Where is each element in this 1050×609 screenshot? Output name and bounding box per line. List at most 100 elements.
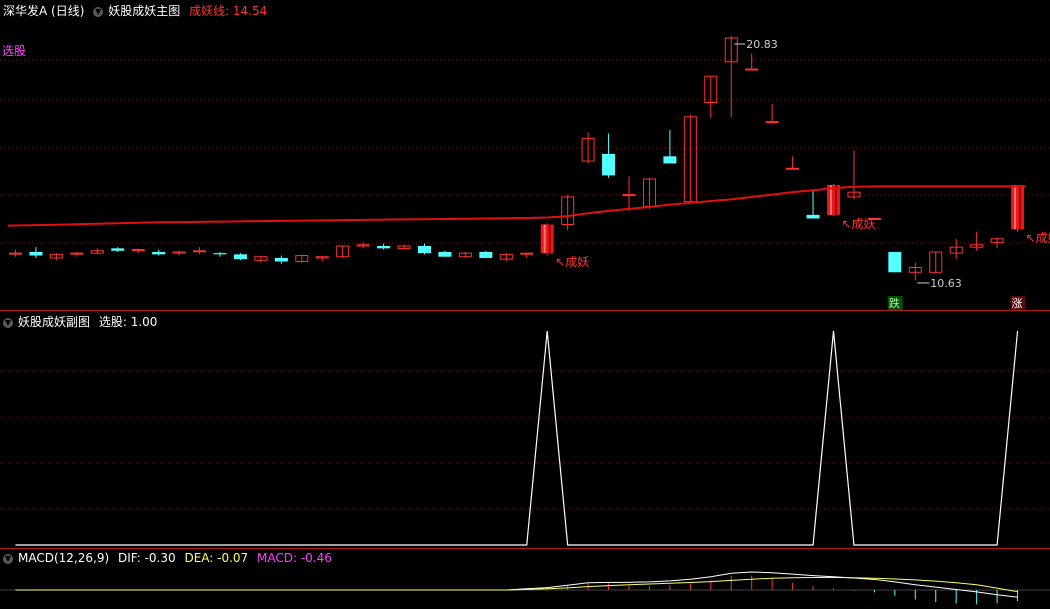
candle [745, 53, 759, 71]
candle-body-stripe [1019, 185, 1022, 230]
candle [111, 247, 125, 252]
candle [479, 250, 493, 258]
chengyao-signal-label: ↖成妖 [1026, 231, 1050, 245]
main-chart-header: 深华发A (日线) ▼ 妖股成妖主图 成妖线: 14.54 [3, 4, 272, 18]
candle-body-limit-up [1011, 185, 1025, 230]
candle-body-up [70, 252, 84, 255]
candle-body-up [786, 167, 800, 170]
candle [377, 243, 391, 250]
candle [49, 253, 63, 261]
chengyao-line-value: 成妖线: 14.54 [189, 4, 268, 18]
candle [949, 238, 963, 260]
candle [499, 253, 513, 262]
chevron-down-icon[interactable]: ▼ [3, 554, 13, 564]
candle-body-limit-up [540, 224, 554, 254]
candle [847, 150, 861, 200]
candle [520, 252, 534, 258]
candle [642, 177, 656, 209]
candle-body-down [602, 153, 616, 176]
candle-body-down [888, 251, 902, 273]
chevron-down-icon[interactable]: ▼ [3, 318, 13, 328]
macd-panel[interactable]: ▼ MACD(12,26,9) DIF: -0.30 DEA: -0.07 MAC… [0, 549, 1050, 609]
candle-body-up [765, 121, 779, 124]
candle [458, 251, 472, 258]
candle [233, 253, 247, 261]
candle [70, 251, 84, 257]
candle [540, 223, 554, 256]
candle-body-down [418, 245, 431, 254]
candle [9, 249, 22, 257]
candle [602, 133, 616, 178]
chengyao-signal-label: ↖成妖 [842, 217, 876, 231]
high-price-label: 20.83 [746, 38, 778, 51]
candle [806, 189, 820, 219]
candle-body-up [622, 194, 636, 197]
candle-body-down [233, 254, 247, 260]
chengyao-signal-label: ↖成妖 [555, 255, 589, 269]
main-chart-canvas[interactable]: 20.83 10.63 ↖成妖 ↖成妖 ↖成妖跌 涨 [0, 0, 1050, 311]
candle [152, 249, 166, 256]
macd-header: ▼ MACD(12,26,9) DIF: -0.30 DEA: -0.07 MAC… [3, 551, 337, 565]
candle [295, 254, 309, 263]
candle-body-down [806, 214, 820, 219]
candle-body-stripe [835, 185, 837, 215]
main-chart-panel[interactable]: 20.83 10.63 ↖成妖 ↖成妖 ↖成妖跌 涨 深华发A (日线) ▼ 妖股成妖主图 … [0, 0, 1050, 311]
candle [663, 130, 677, 164]
candle-body-up [520, 252, 534, 255]
candle-body-down [377, 245, 391, 249]
candle [724, 36, 738, 117]
candle [29, 247, 43, 258]
candle [929, 251, 943, 274]
candle [418, 243, 431, 255]
up-badge-text: 涨 [1012, 297, 1023, 310]
candle [397, 244, 411, 250]
candle [908, 262, 922, 280]
candle [1011, 185, 1025, 232]
macd-dea: DEA: -0.07 [184, 551, 249, 565]
dif-line [15, 571, 1018, 598]
candle [274, 255, 288, 264]
candle [683, 114, 697, 205]
candle-body-down [663, 156, 677, 164]
candle-body-stripe [830, 185, 832, 215]
candle [90, 248, 104, 255]
macd-name[interactable]: MACD(12,26,9) [18, 551, 109, 565]
candle-body-down [29, 251, 43, 256]
candle [172, 250, 186, 256]
candle-body-up [131, 249, 145, 252]
chevron-down-icon[interactable]: ▼ [93, 7, 104, 17]
candle-body-stripe [1014, 185, 1017, 230]
select-stock-label: 选股 [2, 44, 27, 58]
candle [356, 242, 370, 249]
candle [336, 245, 350, 258]
candle [704, 75, 718, 119]
stock-title[interactable]: 深华发A (日线) [3, 4, 84, 18]
sub-value: 选股: 1.00 [98, 315, 158, 329]
candle [622, 176, 636, 212]
sub-chart-panel[interactable]: ▼ 妖股成妖副图 选股: 1.00 [0, 311, 1050, 549]
candle [888, 251, 902, 273]
candle [213, 251, 227, 257]
candle-body-stripe [543, 224, 546, 254]
candle-body-down [152, 251, 166, 255]
candle-body-up [9, 252, 22, 255]
candle-body-down [111, 248, 125, 251]
sub-chart-header: ▼ 妖股成妖副图 选股: 1.00 [3, 315, 162, 329]
candle [765, 103, 779, 124]
sub-indicator-name[interactable]: 妖股成妖副图 [18, 315, 90, 329]
candle [970, 231, 984, 251]
low-price-label: 10.63 [930, 277, 962, 290]
macd-value: MACD: -0.46 [257, 551, 332, 565]
candle [786, 156, 800, 170]
candle-body-down [213, 253, 227, 255]
sub-chart-canvas[interactable] [0, 311, 1050, 549]
down-badge: 跌 [887, 296, 903, 310]
candle [254, 256, 268, 263]
candle-body-down [274, 257, 288, 262]
up-badge: 涨 [1010, 296, 1026, 310]
candle-body-down [479, 251, 493, 258]
candle [315, 255, 329, 262]
candle [561, 194, 575, 231]
down-badge-text: 跌 [889, 296, 900, 310]
main-indicator-name[interactable]: 妖股成妖主图 [108, 4, 180, 18]
